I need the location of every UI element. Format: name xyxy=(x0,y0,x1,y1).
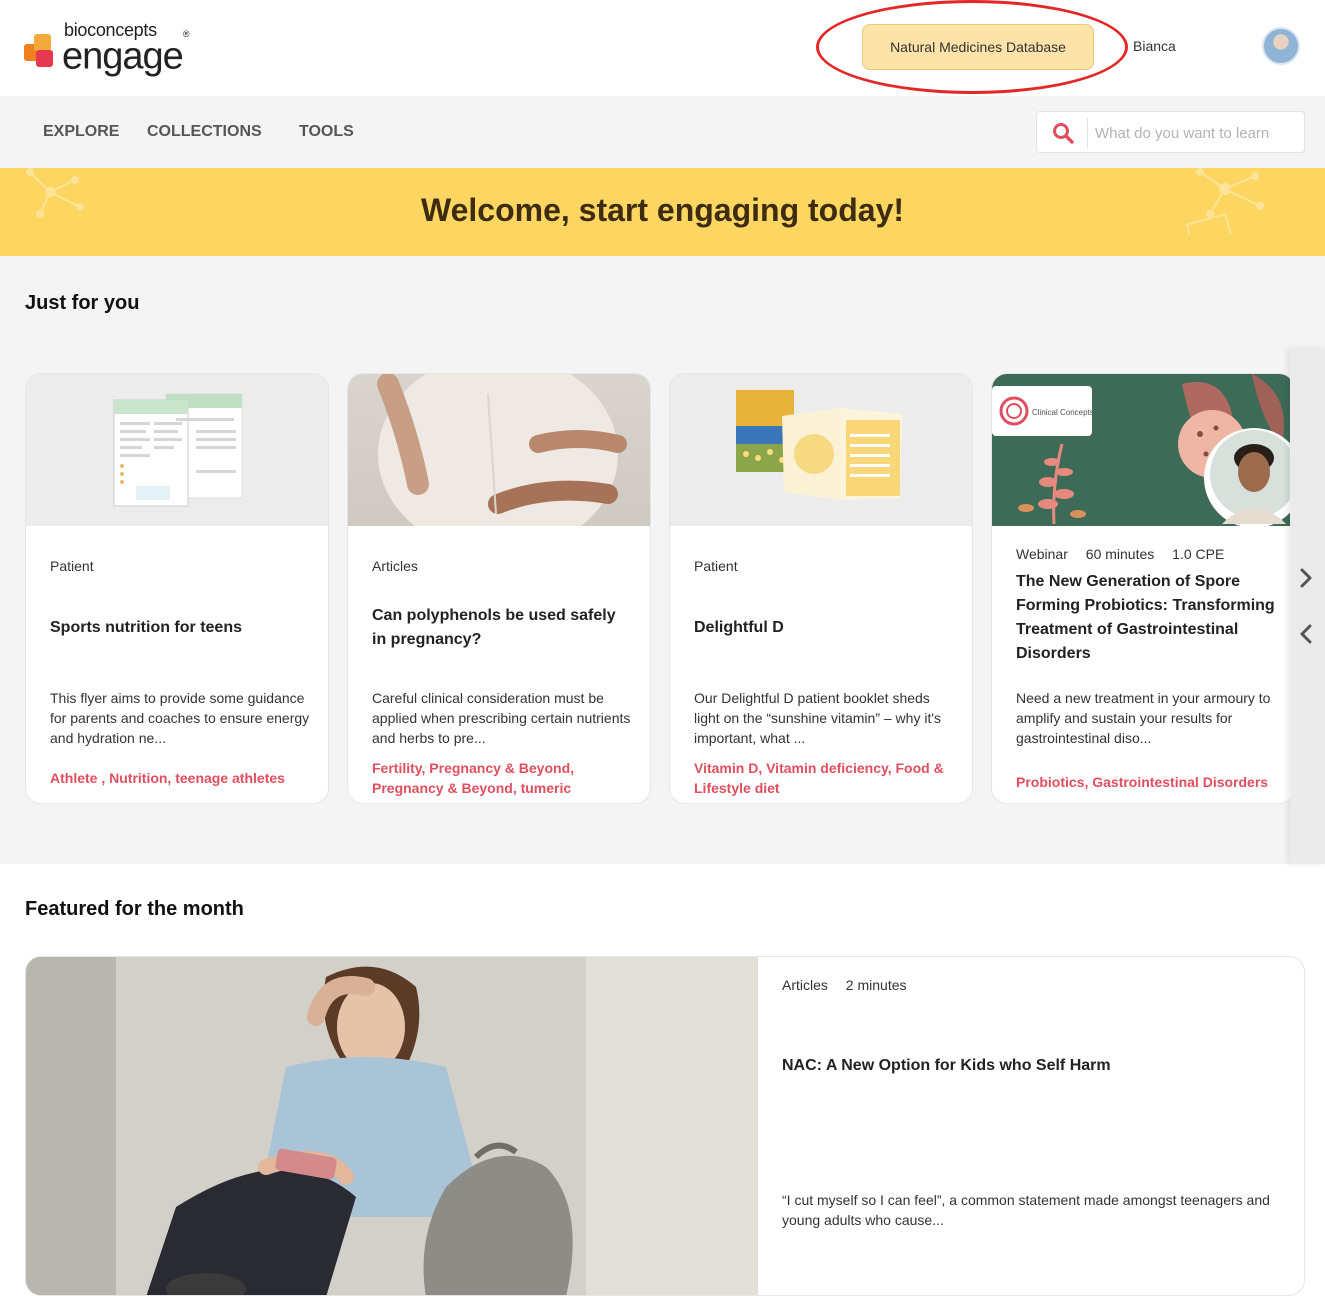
featured-duration: 2 minutes xyxy=(845,977,907,993)
card-tags[interactable]: Fertility, Pregnancy & Beyond, Pregnancy… xyxy=(372,758,634,798)
card-title[interactable]: Delightful D xyxy=(694,616,956,640)
content-card[interactable]: Articles Can polyphenols be used safely … xyxy=(347,373,651,804)
logo-mark-icon xyxy=(24,34,58,68)
card-type: Patient xyxy=(50,558,94,574)
card-type: Articles xyxy=(372,558,418,574)
search-divider xyxy=(1087,118,1088,148)
nav-tools[interactable]: TOOLS xyxy=(299,123,354,141)
featured-headline[interactable]: NAC: A New Option for Kids who Self Harm xyxy=(782,1057,1111,1075)
card-cpe: 1.0 CPE xyxy=(1172,546,1225,562)
card-description: This flyer aims to provide some guidance… xyxy=(50,690,310,746)
card-description: Careful clinical consideration must be a… xyxy=(372,690,631,746)
section-title: Just for you xyxy=(25,292,140,314)
search-input[interactable] xyxy=(1095,118,1295,148)
card-tags[interactable]: Probiotics, Gastrointestinal Disorders xyxy=(1016,772,1286,792)
card-description: Need a new treatment in your armoury to … xyxy=(1016,690,1271,746)
registered-mark: ® xyxy=(182,29,190,39)
natural-medicines-database-button[interactable]: Natural Medicines Database xyxy=(862,24,1094,70)
card-meta: Articles xyxy=(372,558,432,574)
featured-type: Articles xyxy=(782,977,828,993)
nav-explore[interactable]: EXPLORE xyxy=(43,123,119,141)
card-duration: 60 minutes xyxy=(1085,546,1155,562)
card-image xyxy=(26,374,328,526)
top-header: bioconcepts engage® Natural Medicines Da… xyxy=(0,0,1325,96)
just-for-you-section: Just for you Patient Sports nutrition fo… xyxy=(0,256,1325,864)
logo-wordmark: engage xyxy=(62,35,184,78)
webinar-thumbnail-icon xyxy=(992,374,1294,526)
card-image: Clinical Concepts xyxy=(992,374,1294,526)
user-name[interactable]: Bianca xyxy=(1133,38,1176,54)
nav-collections[interactable]: COLLECTIONS xyxy=(147,123,262,141)
card-type: Webinar xyxy=(1016,546,1068,562)
search-icon[interactable] xyxy=(1051,121,1075,145)
chevron-right-icon[interactable] xyxy=(1297,566,1315,590)
card-tags[interactable]: Athlete , Nutrition, teenage athletes xyxy=(50,768,312,788)
card-description: Our Delightful D patient booklet sheds l… xyxy=(694,690,942,746)
banner-title: Welcome, start engaging today! xyxy=(420,192,905,228)
content-card[interactable]: Clinical Concepts Webinar 60 minutes 1.0… xyxy=(991,373,1295,804)
teen-photo-icon xyxy=(26,957,758,1295)
card-title[interactable]: Can polyphenols be used safely in pregna… xyxy=(372,604,634,652)
pregnancy-photo-icon xyxy=(377,374,627,526)
clinical-concepts-logo-text: Clinical Concepts xyxy=(1032,408,1094,417)
card-title[interactable]: The New Generation of Spore Forming Prob… xyxy=(1016,570,1286,666)
card-type: Patient xyxy=(694,558,738,574)
welcome-banner: Welcome, start engaging today! xyxy=(0,168,1325,256)
featured-meta: Articles 2 minutes xyxy=(782,977,921,993)
avatar[interactable] xyxy=(1262,27,1300,65)
card-meta: Patient xyxy=(694,558,752,574)
featured-description: “I cut myself so I can feel”, a common s… xyxy=(782,1192,1270,1228)
featured-image xyxy=(26,957,758,1295)
chevron-left-icon[interactable] xyxy=(1297,622,1315,646)
carousel-overflow-panel xyxy=(1290,348,1325,864)
card-image xyxy=(348,374,650,526)
card-tags[interactable]: Vitamin D, Vitamin deficiency, Food & Li… xyxy=(694,758,956,798)
card-meta: Webinar 60 minutes 1.0 CPE xyxy=(1016,546,1238,562)
main-nav: EXPLORE COLLECTIONS TOOLS xyxy=(0,96,1325,168)
content-card[interactable]: Patient Delightful D Our Delightful D pa… xyxy=(669,373,973,804)
flyer-thumbnail-icon xyxy=(113,393,243,507)
booklet-thumbnail-icon xyxy=(736,390,902,500)
card-image xyxy=(670,374,972,526)
section-title: Featured for the month xyxy=(25,898,244,920)
card-title[interactable]: Sports nutrition for teens xyxy=(50,616,312,640)
search-box xyxy=(1036,111,1305,153)
content-card[interactable]: Patient Sports nutrition for teens This … xyxy=(25,373,329,804)
bioconcepts-engage-logo[interactable]: bioconcepts engage® xyxy=(24,20,214,77)
featured-card[interactable]: Articles 2 minutes NAC: A New Option for… xyxy=(25,956,1305,1296)
card-meta: Patient xyxy=(50,558,108,574)
logo-big-text: engage® xyxy=(62,29,190,78)
